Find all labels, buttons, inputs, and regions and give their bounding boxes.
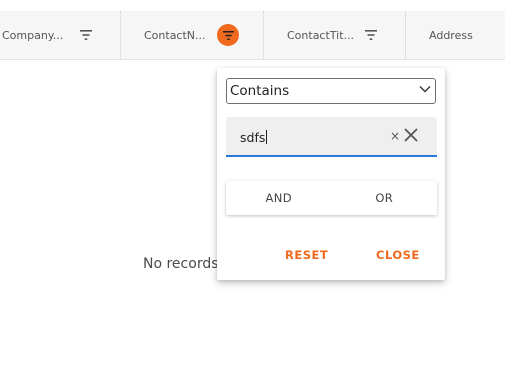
- contact-title-filter-button[interactable]: [360, 24, 382, 46]
- close-button[interactable]: CLOSE: [376, 248, 420, 262]
- reset-button[interactable]: RESET: [285, 248, 328, 262]
- close-icon[interactable]: [403, 127, 419, 143]
- column-header-company[interactable]: Company...: [0, 11, 120, 59]
- column-label-contact-title: ContactTit...: [287, 28, 355, 42]
- or-button[interactable]: OR: [332, 181, 438, 215]
- and-button[interactable]: AND: [226, 181, 332, 215]
- no-records-message: No records: [143, 256, 219, 272]
- company-filter-button[interactable]: [75, 24, 97, 46]
- data-grid: Company... ContactN... ContactTit... Add…: [0, 0, 505, 383]
- text-caret: [266, 130, 268, 144]
- column-header-contact-title[interactable]: ContactTit...: [264, 11, 405, 59]
- chevron-down-icon: [419, 86, 431, 93]
- filter-icon: [365, 30, 377, 40]
- column-header-address[interactable]: Address: [406, 11, 505, 59]
- filter-value-input[interactable]: sdfs ×: [226, 117, 437, 157]
- filter-popup: Contains sdfs × AND OR RESET CLOSE: [217, 68, 445, 280]
- filter-operator-value: Contains: [230, 83, 290, 99]
- grid-header-row: Company... ContactN... ContactTit... Add…: [0, 11, 505, 60]
- clear-input-button[interactable]: ×: [390, 129, 400, 143]
- column-label-contact-name: ContactN...: [144, 28, 206, 42]
- contact-name-filter-button[interactable]: [217, 24, 239, 46]
- filter-operator-select[interactable]: Contains: [226, 78, 436, 104]
- column-label-company: Company...: [2, 28, 64, 42]
- filter-icon: [222, 30, 234, 40]
- filter-logic-toggle: AND OR: [226, 181, 437, 215]
- column-label-address: Address: [429, 28, 473, 42]
- column-header-contact-name[interactable]: ContactN...: [121, 11, 263, 59]
- filter-icon: [80, 30, 92, 40]
- filter-value-text: sdfs: [240, 130, 268, 145]
